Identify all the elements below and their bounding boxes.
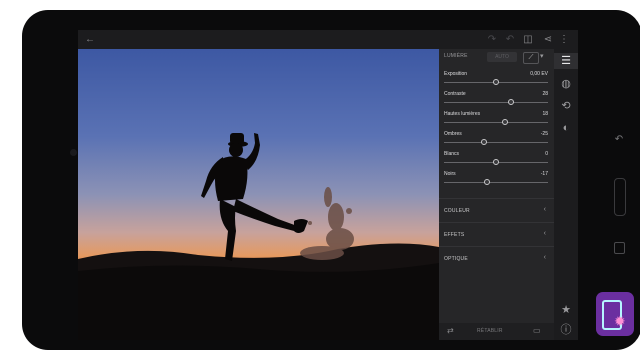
slider-value: -17 xyxy=(540,171,548,177)
slider-label: Blancs xyxy=(444,151,460,157)
redo-icon[interactable]: ↷ xyxy=(486,33,498,46)
section-label: OPTIQUE xyxy=(444,256,468,262)
sliders-icon[interactable]: ☰ xyxy=(554,53,578,69)
slider-track[interactable] xyxy=(444,142,548,143)
system-back-button[interactable]: ↶ xyxy=(614,134,624,146)
slider-knob[interactable] xyxy=(480,139,487,145)
star-icon[interactable]: ★ xyxy=(554,302,578,318)
app-screen: ← ↷ ↶ ◫ ⋖ ⋮ LUMIÈRE AUTO ⟋ ▾ Exposition … xyxy=(78,30,578,340)
section-effets[interactable]: EFFETS ‹ xyxy=(439,222,554,247)
slider-blancs[interactable]: Blancs 0 xyxy=(439,151,554,171)
photo-image xyxy=(78,133,439,340)
compare-icon[interactable]: ◫ xyxy=(522,33,534,46)
system-home-button[interactable] xyxy=(614,178,626,216)
edit-panel: LUMIÈRE AUTO ⟋ ▾ Exposition 0,00 EV Cont… xyxy=(439,49,554,340)
tool-rail: ☰ ◍ ⟲ ◐ ★ ⓘ xyxy=(554,49,578,340)
slider-value: -25 xyxy=(540,131,548,137)
chevron-left-icon: ‹ xyxy=(543,254,546,261)
slider-track[interactable] xyxy=(444,122,548,123)
section-optique[interactable]: OPTIQUE ‹ xyxy=(439,246,554,271)
auto-wand-icon[interactable]: ⟋ xyxy=(523,52,539,64)
more-vert-icon[interactable]: ⋮ xyxy=(558,33,570,46)
slider-label: Noirs xyxy=(444,171,456,177)
undo-icon[interactable]: ↶ xyxy=(504,33,516,46)
slider-label: Exposition xyxy=(444,71,468,77)
slider-noirs[interactable]: Noirs -17 xyxy=(439,171,554,191)
slider-knob[interactable] xyxy=(493,79,499,85)
crop-rotate-icon[interactable]: ⟲ xyxy=(554,98,578,114)
light-header: LUMIÈRE AUTO ⟋ ▾ xyxy=(439,49,554,66)
panel-bottom-bar: ⇄ RÉTABLIR ▭ xyxy=(439,323,554,340)
panel-section-title: LUMIÈRE xyxy=(444,53,468,59)
slider-value: 18 xyxy=(542,111,548,117)
slider-knob[interactable] xyxy=(507,99,514,105)
layout-icon[interactable]: ▭ xyxy=(533,326,541,336)
slider-knob[interactable] xyxy=(483,179,490,185)
gear-icon: ✹ xyxy=(614,313,626,329)
photo-canvas[interactable] xyxy=(78,49,439,340)
front-camera xyxy=(70,149,77,156)
slider-label: Hautes lumières xyxy=(444,111,481,117)
slider-ombres[interactable]: Ombres -25 xyxy=(439,131,554,151)
chevron-left-icon: ‹ xyxy=(543,206,546,213)
reset-button[interactable]: RÉTABLIR xyxy=(477,328,503,334)
slider-label: Contraste xyxy=(444,91,466,97)
slider-value: 28 xyxy=(542,91,548,97)
chevron-left-icon: ‹ xyxy=(543,230,546,237)
arrow-left-icon[interactable]: ← xyxy=(84,33,96,46)
auto-button[interactable]: AUTO xyxy=(487,52,517,62)
section-label: COULEUR xyxy=(444,208,470,214)
filter-icon[interactable]: ◐ xyxy=(554,120,578,136)
slider-knob[interactable] xyxy=(502,119,509,125)
watermark-logo: ✹ xyxy=(596,292,634,336)
chevron-down-icon[interactable]: ▾ xyxy=(540,52,544,62)
top-toolbar: ← ↷ ↶ ◫ ⋖ ⋮ xyxy=(78,30,578,49)
slider-knob[interactable] xyxy=(493,159,499,165)
slider-track[interactable] xyxy=(444,182,548,183)
presets-icon[interactable]: ⇄ xyxy=(447,326,454,336)
slider-hautes-lumieres[interactable]: Hautes lumières 18 xyxy=(439,111,554,131)
section-label: EFFETS xyxy=(444,232,465,238)
slider-value: 0 xyxy=(545,151,548,157)
circle-icon[interactable]: ◍ xyxy=(554,76,578,92)
info-icon[interactable]: ⓘ xyxy=(554,322,578,338)
slider-label: Ombres xyxy=(444,131,462,137)
slider-track[interactable] xyxy=(444,102,548,103)
slider-exposition[interactable]: Exposition 0,00 EV xyxy=(439,71,554,91)
slider-contraste[interactable]: Contraste 28 xyxy=(439,91,554,111)
system-recents-button[interactable] xyxy=(614,242,625,254)
share-icon[interactable]: ⋖ xyxy=(542,33,554,46)
section-couleur[interactable]: COULEUR ‹ xyxy=(439,198,554,223)
slider-value: 0,00 EV xyxy=(530,71,548,77)
